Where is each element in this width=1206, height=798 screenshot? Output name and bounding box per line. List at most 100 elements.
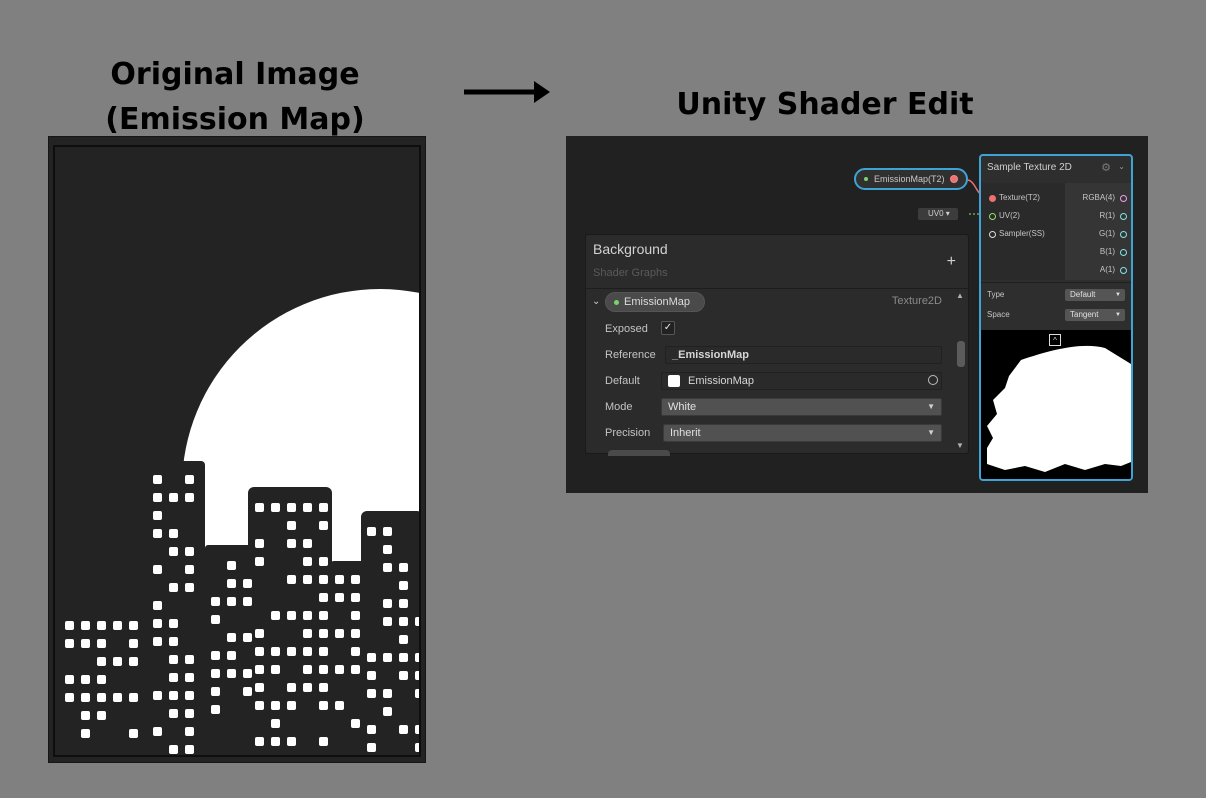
caption-line-1: Original Image (110, 57, 360, 92)
window-square (97, 621, 106, 630)
window-square (227, 651, 236, 660)
type-dropdown[interactable]: Default ▼ (1065, 289, 1125, 301)
window-square (319, 665, 328, 674)
window-square (81, 711, 90, 720)
window-square (211, 651, 220, 660)
window-square (185, 727, 194, 736)
blackboard-subtitle: Shader Graphs (593, 267, 668, 279)
property-pill[interactable]: EmissionMap (605, 292, 705, 312)
sample-texture-2d-node[interactable]: Sample Texture 2D ⚙ ⌄ Texture(T2) UV(2) … (979, 154, 1133, 481)
window-square (243, 633, 252, 642)
emission-map-property-node[interactable]: EmissionMap(T2) (854, 168, 968, 190)
output-port-a[interactable]: A(1) (1100, 265, 1127, 274)
window-square (185, 745, 194, 754)
window-square (399, 581, 408, 590)
gear-icon[interactable]: ⚙ (1101, 161, 1111, 174)
window-square (153, 565, 162, 574)
texture-output-port[interactable] (950, 175, 958, 183)
chevron-down-icon[interactable]: ⌄ (592, 296, 600, 307)
mode-label: Mode (605, 401, 633, 413)
input-port-sampler[interactable]: Sampler(SS) (989, 229, 1045, 238)
window-square (113, 693, 122, 702)
window-square (287, 611, 296, 620)
output-port-b[interactable]: B(1) (1100, 247, 1127, 256)
window-square (351, 647, 360, 656)
chevron-up-icon[interactable]: ^ (1049, 334, 1061, 346)
city-moon-illustration (55, 289, 419, 755)
window-square (185, 655, 194, 664)
window-square (153, 691, 162, 700)
reference-input[interactable]: _EmissionMap (665, 346, 942, 364)
emission-map-image (48, 136, 426, 763)
window-square (169, 529, 178, 538)
port-circle-icon (1120, 231, 1127, 238)
default-texture-field[interactable]: EmissionMap (661, 372, 942, 390)
window-square (335, 593, 344, 602)
original-image-caption: Original Image (Emission Map) (60, 52, 410, 142)
window-square (303, 503, 312, 512)
object-picker-icon[interactable] (928, 375, 938, 385)
dropdown-arrow-icon: ▼ (927, 428, 935, 437)
window-square (287, 575, 296, 584)
exposed-label: Exposed (605, 323, 648, 335)
space-label: Space (987, 310, 1010, 319)
window-square (399, 635, 408, 644)
exposed-checkbox[interactable]: ✓ (661, 321, 675, 335)
window-square (185, 493, 194, 502)
window-square (129, 621, 138, 630)
window-square (169, 691, 178, 700)
window-square (415, 617, 419, 626)
input-port-texture[interactable]: Texture(T2) (989, 193, 1040, 202)
window-square (211, 669, 220, 678)
property-node-label: EmissionMap(T2) (874, 174, 945, 184)
window-square (319, 629, 328, 638)
mode-row: Mode White ▼ (605, 398, 945, 418)
window-square (383, 707, 392, 716)
plus-icon[interactable]: + (947, 253, 956, 271)
window-square (129, 639, 138, 648)
texture-thumbnail-icon (668, 375, 680, 387)
property-row-emission-map[interactable]: ⌄ EmissionMap Texture2D (586, 292, 948, 314)
input-port-uv[interactable]: UV(2) (989, 211, 1020, 220)
window-square (287, 521, 296, 530)
window-square (399, 671, 408, 680)
window-square (255, 557, 264, 566)
scroll-down-icon[interactable]: ▼ (956, 441, 964, 450)
window-square (287, 647, 296, 656)
window-square (415, 743, 419, 752)
blackboard-title: Background (593, 241, 668, 257)
blackboard-scrollbar[interactable]: ▲ ▼ (956, 291, 965, 453)
port-circle-icon (1120, 213, 1127, 220)
window-square (81, 729, 90, 738)
node-outputs: RGBA(4) R(1) G(1) B(1) A(1) (1065, 183, 1131, 280)
window-square (399, 563, 408, 572)
window-square (319, 611, 328, 620)
precision-dropdown[interactable]: Inherit ▼ (663, 424, 942, 442)
window-square (319, 701, 328, 710)
window-square (255, 683, 264, 692)
window-square (243, 687, 252, 696)
shader-graph-view[interactable]: EmissionMap(T2) UV0 ▾ Background Shader … (566, 136, 1148, 493)
mode-dropdown[interactable]: White ▼ (661, 398, 942, 416)
window-square (415, 671, 419, 680)
uv-channel-dropdown[interactable]: UV0 ▾ (918, 208, 958, 220)
output-port-rgba[interactable]: RGBA(4) (1083, 193, 1127, 202)
output-port-g[interactable]: G(1) (1099, 229, 1127, 238)
window-square (383, 653, 392, 662)
window-square (383, 527, 392, 536)
window-square (303, 629, 312, 638)
space-dropdown[interactable]: Tangent ▼ (1065, 309, 1125, 321)
right-arrow-icon (464, 81, 550, 103)
window-square (303, 665, 312, 674)
window-square (153, 637, 162, 646)
window-square (153, 475, 162, 484)
output-port-r[interactable]: R(1) (1099, 211, 1127, 220)
window-square (351, 593, 360, 602)
scroll-thumb[interactable] (957, 341, 965, 367)
window-square (383, 599, 392, 608)
window-square (169, 637, 178, 646)
window-square (303, 539, 312, 548)
scroll-up-icon[interactable]: ▲ (956, 291, 964, 300)
dropdown-arrow-icon: ▼ (927, 402, 935, 411)
chevron-down-icon[interactable]: ⌄ (1118, 162, 1125, 171)
